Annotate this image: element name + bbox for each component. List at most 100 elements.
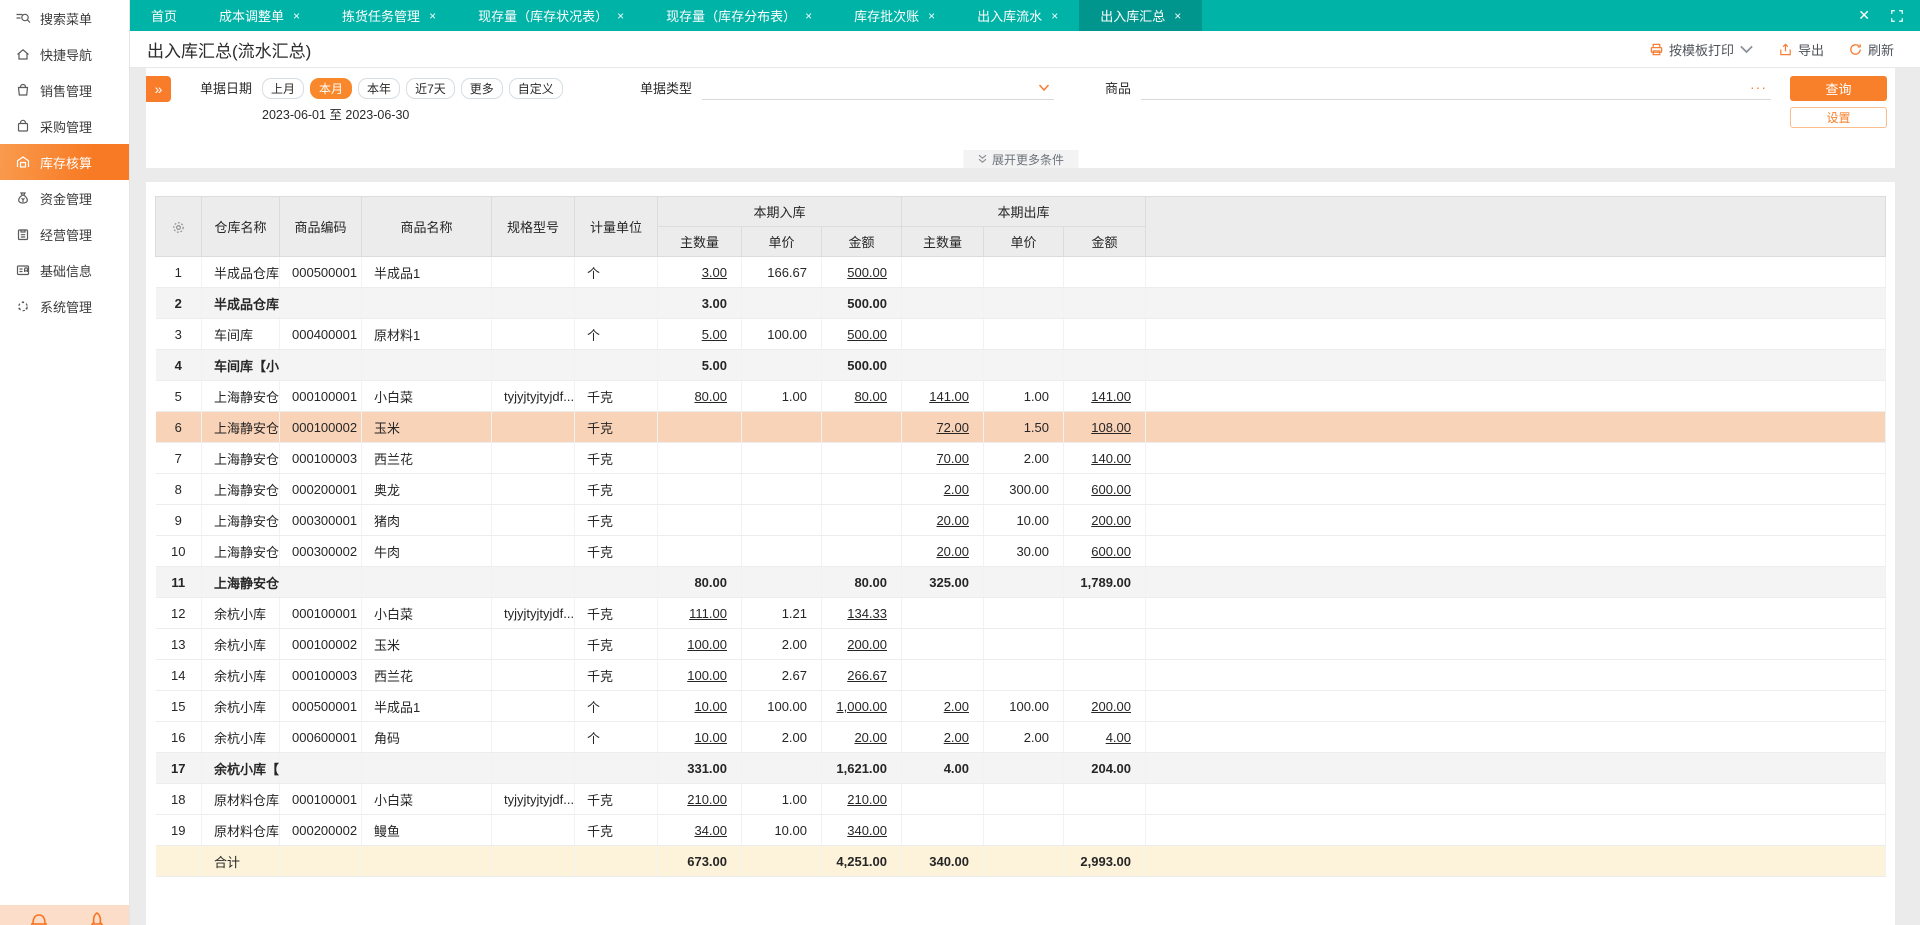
sidebar-item-7[interactable]: 经营管理 bbox=[0, 216, 129, 252]
col-out-price[interactable]: 单价 bbox=[983, 226, 1064, 257]
date-option-2[interactable]: 本月 bbox=[310, 78, 353, 99]
col-in-qty[interactable]: 主数量 bbox=[657, 226, 742, 257]
sidebar-item-3[interactable]: 销售管理 bbox=[0, 72, 129, 108]
table-row[interactable]: 1 半成品仓库 000500001 半成品1 个 3.00 166.67 500.00 bbox=[155, 256, 1886, 288]
col-in-price[interactable]: 单价 bbox=[741, 226, 822, 257]
table-row[interactable]: 3 车间库 000400001 原材料1 个 5.00 100.00 500.00 bbox=[155, 318, 1886, 350]
expand-more-conditions[interactable]: 展开更多条件 bbox=[962, 150, 1079, 168]
settings-button[interactable]: 设置 bbox=[1790, 107, 1887, 128]
cell-value-link[interactable]: 70.00 bbox=[936, 451, 969, 466]
cell-value-link[interactable]: 34.00 bbox=[694, 823, 727, 838]
table-row[interactable]: 12 余杭小库 000100001 小白菜 tyjyjtyjtyjdf... 千克 111.… bbox=[155, 597, 1886, 629]
cell-value-link[interactable]: 2.00 bbox=[944, 730, 969, 745]
table-row[interactable]: 7 上海静安仓 000100003 西兰花 千克 70.00 2.00 140.00 bbox=[155, 442, 1886, 474]
ellipsis-picker-icon[interactable]: ··· bbox=[1750, 79, 1767, 95]
tab-close-icon[interactable]: × bbox=[805, 9, 812, 23]
table-row[interactable]: 19 原材料仓库 000200002 鳗鱼 千克 34.00 10.00 340.00 bbox=[155, 814, 1886, 846]
cell-value-link[interactable]: 100.00 bbox=[687, 637, 727, 652]
cell-value-link[interactable]: 340.00 bbox=[847, 823, 887, 838]
bell-icon[interactable] bbox=[28, 910, 50, 925]
cell-value-link[interactable]: 600.00 bbox=[1091, 482, 1131, 497]
sidebar-item-5[interactable]: 库存核算 bbox=[0, 144, 129, 180]
col-warehouse[interactable]: 仓库名称 bbox=[201, 196, 280, 257]
tab-4[interactable]: 现存量（库存状况表） × bbox=[457, 0, 645, 31]
cell-value-link[interactable]: 3.00 bbox=[702, 265, 727, 280]
sidebar-item-8[interactable]: 基础信息 bbox=[0, 252, 129, 288]
cell-value-link[interactable]: 266.67 bbox=[847, 668, 887, 683]
tab-6[interactable]: 库存批次账 × bbox=[833, 0, 956, 31]
cell-value-link[interactable]: 80.00 bbox=[854, 389, 887, 404]
tab-close-icon[interactable]: × bbox=[1051, 9, 1058, 23]
cell-value-link[interactable]: 140.00 bbox=[1091, 451, 1131, 466]
table-row[interactable]: 5 上海静安仓 000100001 小白菜 tyjyjtyjtyjdf... 千克 80.0… bbox=[155, 380, 1886, 412]
total-row[interactable]: 合计 673.00 4,251.00 340.00 2,993.00 bbox=[155, 845, 1886, 877]
tab-8[interactable]: 出入库汇总 × bbox=[1079, 0, 1203, 31]
cell-value-link[interactable]: 141.00 bbox=[1091, 389, 1131, 404]
cell-value-link[interactable]: 108.00 bbox=[1091, 420, 1131, 435]
tab-1[interactable]: 首页 bbox=[130, 0, 198, 31]
cell-value-link[interactable]: 100.00 bbox=[687, 668, 727, 683]
cell-value-link[interactable]: 200.00 bbox=[1091, 699, 1131, 714]
rocket-icon[interactable] bbox=[86, 910, 108, 925]
date-option-4[interactable]: 近7天 bbox=[406, 78, 455, 99]
cell-value-link[interactable]: 80.00 bbox=[694, 389, 727, 404]
cell-value-link[interactable]: 134.33 bbox=[847, 606, 887, 621]
cell-value-link[interactable]: 111.00 bbox=[689, 606, 727, 621]
table-row[interactable]: 9 上海静安仓 000300001 猪肉 千克 20.00 10.00 200.00 bbox=[155, 504, 1886, 536]
doc-type-select[interactable] bbox=[702, 78, 1055, 100]
table-row[interactable]: 16 余杭小库 000600001 角码个 10.00 2.00 20.00 2.00 2.00… bbox=[155, 721, 1886, 753]
sidebar-item-6[interactable]: 资金管理 bbox=[0, 180, 129, 216]
table-row[interactable]: 17余杭小库【...331.001,621.004.00204.00 bbox=[155, 752, 1886, 784]
col-product-name[interactable]: 商品名称 bbox=[361, 196, 492, 257]
col-spec[interactable]: 规格型号 bbox=[491, 196, 575, 257]
table-row[interactable]: 8 上海静安仓 000200001 奥龙 千克 2.00 300.00 600.00 bbox=[155, 473, 1886, 505]
column-settings-icon[interactable] bbox=[155, 196, 202, 257]
fullscreen-icon[interactable] bbox=[1890, 9, 1904, 23]
table-row[interactable]: 4车间库【小...5.00500.00 bbox=[155, 349, 1886, 381]
cell-value-link[interactable]: 20.00 bbox=[936, 513, 969, 528]
tab-close-icon[interactable]: × bbox=[1174, 9, 1181, 23]
cell-value-link[interactable]: 10.00 bbox=[694, 730, 727, 745]
tab-2[interactable]: 成本调整单 × bbox=[198, 0, 321, 31]
cell-value-link[interactable]: 72.00 bbox=[936, 420, 969, 435]
col-product-code[interactable]: 商品编码 bbox=[279, 196, 362, 257]
cell-value-link[interactable]: 210.00 bbox=[847, 792, 887, 807]
refresh-button[interactable]: 刷新 bbox=[1848, 40, 1894, 59]
cell-value-link[interactable]: 200.00 bbox=[1091, 513, 1131, 528]
sidebar-item-9[interactable]: 系统管理 bbox=[0, 288, 129, 324]
query-button[interactable]: 查询 bbox=[1790, 76, 1887, 101]
sidebar-item-1[interactable]: 搜索菜单 bbox=[0, 0, 129, 36]
tab-close-icon[interactable]: × bbox=[928, 9, 935, 23]
cell-value-link[interactable]: 4.00 bbox=[1106, 730, 1131, 745]
table-row[interactable]: 10 上海静安仓 000300002 牛肉 千克 20.00 30.00 600.00 bbox=[155, 535, 1886, 567]
close-icon[interactable]: ✕ bbox=[1858, 7, 1870, 24]
table-row[interactable]: 11上海静安仓...80.0080.00325.001,789.00 bbox=[155, 566, 1886, 598]
sidebar-item-4[interactable]: 采购管理 bbox=[0, 108, 129, 144]
date-option-1[interactable]: 上月 bbox=[262, 78, 305, 99]
table-row[interactable]: 2半成品仓库...3.00500.00 bbox=[155, 287, 1886, 319]
sidebar-item-2[interactable]: 快捷导航 bbox=[0, 36, 129, 72]
cell-value-link[interactable]: 2.00 bbox=[944, 482, 969, 497]
col-out-qty[interactable]: 主数量 bbox=[901, 226, 984, 257]
date-option-6[interactable]: 自定义 bbox=[508, 78, 563, 99]
table-row[interactable]: 14 余杭小库 000100003 西兰花 千克 100.00 2.67 266.67 bbox=[155, 659, 1886, 691]
collapse-filter-button[interactable]: » bbox=[146, 76, 171, 102]
tab-7[interactable]: 出入库流水 × bbox=[956, 0, 1079, 31]
date-option-3[interactable]: 本年 bbox=[358, 78, 401, 99]
product-input[interactable]: ··· bbox=[1141, 78, 1772, 100]
table-row[interactable]: 6 上海静安仓 000100002 玉米 千克 72.00 1.50 108.00 bbox=[155, 411, 1886, 443]
cell-value-link[interactable]: 10.00 bbox=[694, 699, 727, 714]
cell-value-link[interactable]: 600.00 bbox=[1091, 544, 1131, 559]
col-unit[interactable]: 计量单位 bbox=[574, 196, 658, 257]
cell-value-link[interactable]: 200.00 bbox=[847, 637, 887, 652]
tab-close-icon[interactable]: × bbox=[617, 9, 624, 23]
tab-5[interactable]: 现存量（库存分布表） × bbox=[645, 0, 833, 31]
table-row[interactable]: 18 原材料仓库 000100001 小白菜 tyjyjtyjtyjdf... 千克 210… bbox=[155, 783, 1886, 815]
table-row[interactable]: 15 余杭小库 000500001 半成品1 个 10.00 100.00 1,000.00 2… bbox=[155, 690, 1886, 722]
col-out-amount[interactable]: 金额 bbox=[1063, 226, 1146, 257]
cell-value-link[interactable]: 20.00 bbox=[936, 544, 969, 559]
tab-close-icon[interactable]: × bbox=[293, 9, 300, 23]
cell-value-link[interactable]: 500.00 bbox=[847, 265, 887, 280]
tab-close-icon[interactable]: × bbox=[429, 9, 436, 23]
cell-value-link[interactable]: 20.00 bbox=[854, 730, 887, 745]
